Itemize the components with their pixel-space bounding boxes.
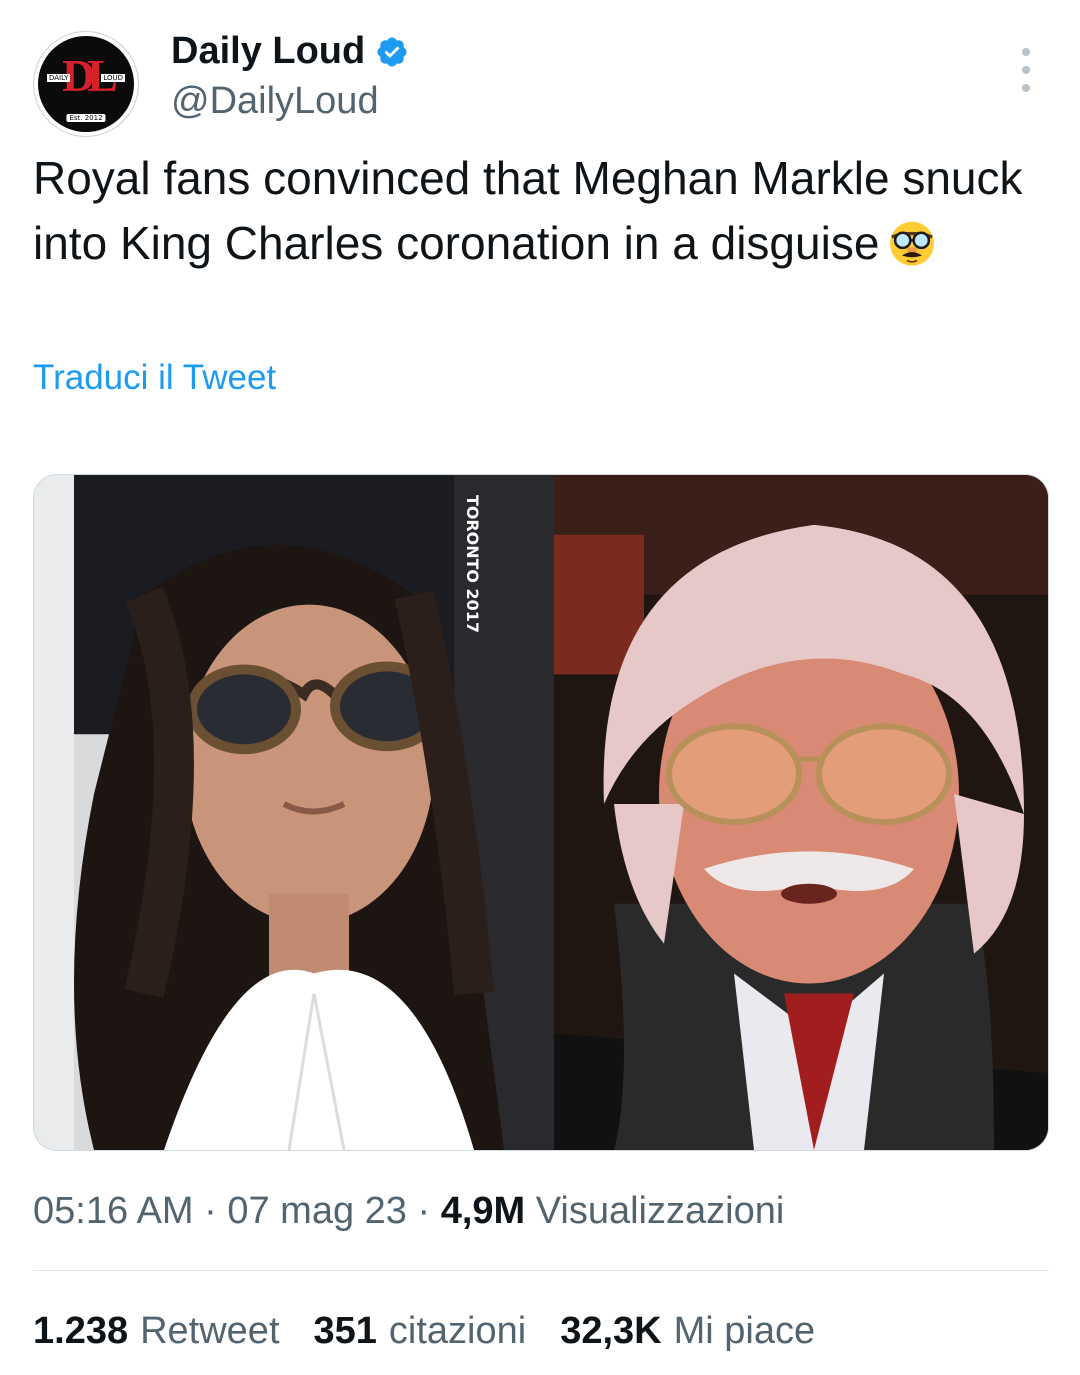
- divider: [33, 1270, 1049, 1271]
- tweet-text: Royal fans convinced that Meghan Markle …: [33, 146, 1043, 276]
- photo-woman-sunglasses: TORONTO 2017: [34, 475, 564, 1150]
- translate-tweet-link[interactable]: Traduci il Tweet: [33, 358, 276, 398]
- avatar-logo-left-text: DAILY: [47, 74, 71, 82]
- retweets-count: 1.238: [33, 1310, 129, 1352]
- likes-count: 32,3K: [560, 1310, 662, 1352]
- views-count: 4,9M: [440, 1190, 526, 1232]
- tweet-time[interactable]: 05:16 AM: [33, 1190, 194, 1232]
- tweet-media[interactable]: TORONTO 2017: [33, 474, 1049, 1151]
- retweets-label: Retweet: [140, 1310, 280, 1352]
- likes-stat[interactable]: 32,3K Mi piace: [560, 1310, 815, 1353]
- verified-badge-icon: [377, 36, 407, 67]
- avatar-logo-right-text: LOUD: [101, 74, 125, 82]
- tweet-body: Royal fans convinced that Meghan Markle …: [33, 152, 1023, 269]
- avatar[interactable]: DL DAILY LOUD Est. 2012: [33, 31, 139, 137]
- likes-label: Mi piace: [673, 1310, 816, 1352]
- avatar-logo-bottom-text: Est. 2012: [66, 114, 106, 122]
- tweet-date[interactable]: 07 mag 23: [227, 1190, 407, 1232]
- dot: [1022, 66, 1030, 74]
- meta-separator: ·: [406, 1190, 441, 1232]
- author-display-name[interactable]: Daily Loud: [171, 30, 365, 73]
- photo-caption-text: TORONTO 2017: [463, 495, 482, 633]
- tweet-meta: 05:16 AM · 07 mag 23 · 4,9M Visualizzazi…: [33, 1190, 784, 1233]
- retweets-stat[interactable]: 1.238 Retweet: [33, 1310, 280, 1353]
- meta-separator: ·: [193, 1190, 228, 1232]
- author-name-row: Daily Loud: [171, 30, 409, 73]
- tweet-stats: 1.238 Retweet 351 citazioni 32,3K Mi piace: [33, 1310, 815, 1353]
- photo-disguised-man: [554, 475, 1048, 1150]
- views-label: Visualizzazioni: [535, 1190, 785, 1232]
- quotes-count: 351: [313, 1310, 377, 1352]
- disguised-face-emoji-icon: [890, 221, 935, 266]
- quotes-stat[interactable]: 351 citazioni: [314, 1310, 527, 1353]
- more-options-icon[interactable]: [1012, 48, 1040, 92]
- avatar-logo-circle: DL DAILY LOUD Est. 2012: [38, 36, 134, 132]
- quotes-label: citazioni: [388, 1310, 527, 1352]
- dot: [1022, 84, 1030, 92]
- dot: [1022, 48, 1030, 56]
- author-handle[interactable]: @DailyLoud: [171, 80, 379, 123]
